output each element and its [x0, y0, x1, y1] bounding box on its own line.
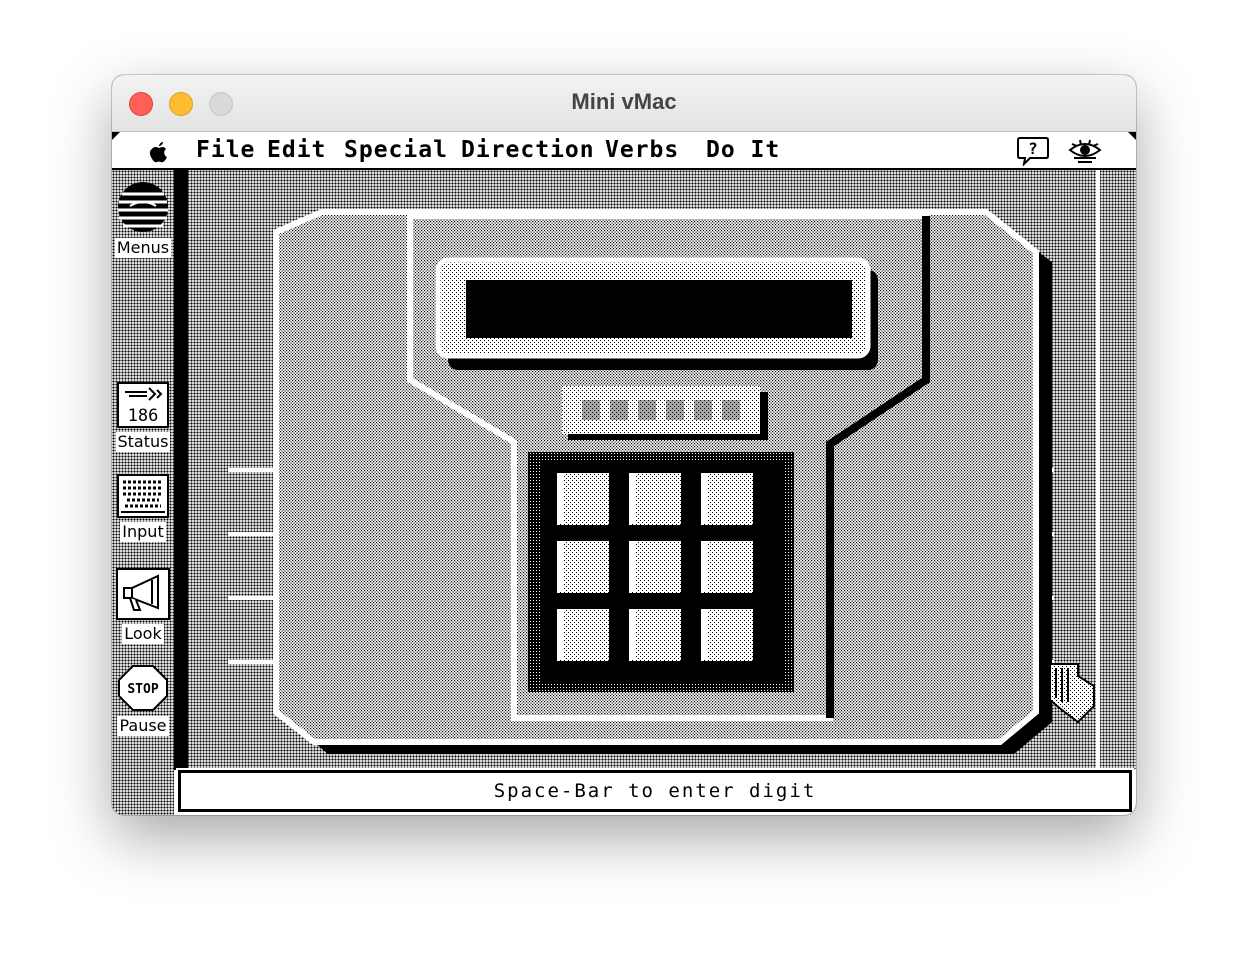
- menu-file[interactable]: File: [196, 137, 255, 163]
- keypad-key[interactable]: [627, 607, 683, 663]
- keypad-key[interactable]: [627, 471, 683, 527]
- status-button[interactable]: 186 Status: [114, 382, 172, 452]
- keypad-key[interactable]: [627, 539, 683, 595]
- question-balloon-icon[interactable]: ?: [1016, 136, 1050, 166]
- svg-text:STOP: STOP: [127, 682, 158, 697]
- look-button[interactable]: Look: [114, 568, 172, 644]
- menus-button[interactable]: Menus: [114, 180, 172, 258]
- keypad-keys[interactable]: [555, 471, 755, 663]
- menus-label: Menus: [114, 238, 172, 258]
- keypad-key[interactable]: [699, 539, 755, 595]
- status-bar: Space-Bar to enter digit: [176, 768, 1134, 814]
- emulator-window: Mini vMac File Edit Special Direction Ve…: [112, 75, 1136, 815]
- menu-edit[interactable]: Edit: [267, 137, 326, 163]
- menu-do-it[interactable]: Do It: [706, 137, 780, 163]
- status-message: Space-Bar to enter digit: [493, 780, 817, 802]
- input-button[interactable]: Input: [114, 474, 172, 542]
- keypad-key[interactable]: [699, 471, 755, 527]
- keypad-key[interactable]: [555, 539, 611, 595]
- menu-bar: File Edit Special Direction Verbs Do It …: [112, 132, 1136, 170]
- keyboard-icon: [117, 474, 169, 518]
- apple-menu-icon[interactable]: [148, 140, 170, 164]
- game-view[interactable]: [174, 170, 1136, 770]
- digit-display: [466, 280, 852, 338]
- menu-special[interactable]: Special: [344, 137, 448, 163]
- keypad-key[interactable]: [555, 607, 611, 663]
- window-title: Mini vMac: [571, 89, 677, 114]
- hand-cursor-icon: [1049, 663, 1095, 724]
- pause-label: Pause: [117, 716, 169, 736]
- screen-corner: [1128, 132, 1136, 140]
- screen-corner: [112, 132, 120, 140]
- status-label: Status: [115, 432, 171, 452]
- pause-button[interactable]: STOP Pause: [114, 664, 172, 736]
- svg-text:?: ?: [1028, 139, 1038, 158]
- keypad-device-scene: [178, 170, 1100, 770]
- input-label: Input: [120, 522, 166, 542]
- status-display-icon: 186: [117, 382, 169, 428]
- emulated-screen: File Edit Special Direction Verbs Do It …: [112, 132, 1136, 815]
- keypad-key[interactable]: [699, 607, 755, 663]
- look-label: Look: [122, 624, 164, 644]
- title-bar: Mini vMac: [112, 75, 1136, 132]
- megaphone-icon: [116, 568, 170, 620]
- globe-icon: [118, 182, 168, 232]
- room-edge: [178, 170, 188, 770]
- keypad-key[interactable]: [555, 471, 611, 527]
- eye-icon[interactable]: [1068, 138, 1102, 166]
- stop-sign-icon: STOP: [118, 665, 168, 711]
- svg-text:186: 186: [128, 406, 159, 426]
- command-sidebar: Menus 186 Status Input Look STOP Pause: [112, 170, 174, 815]
- menu-direction[interactable]: Direction: [461, 137, 595, 163]
- menu-verbs[interactable]: Verbs: [605, 137, 679, 163]
- scroll-track: [1096, 170, 1100, 770]
